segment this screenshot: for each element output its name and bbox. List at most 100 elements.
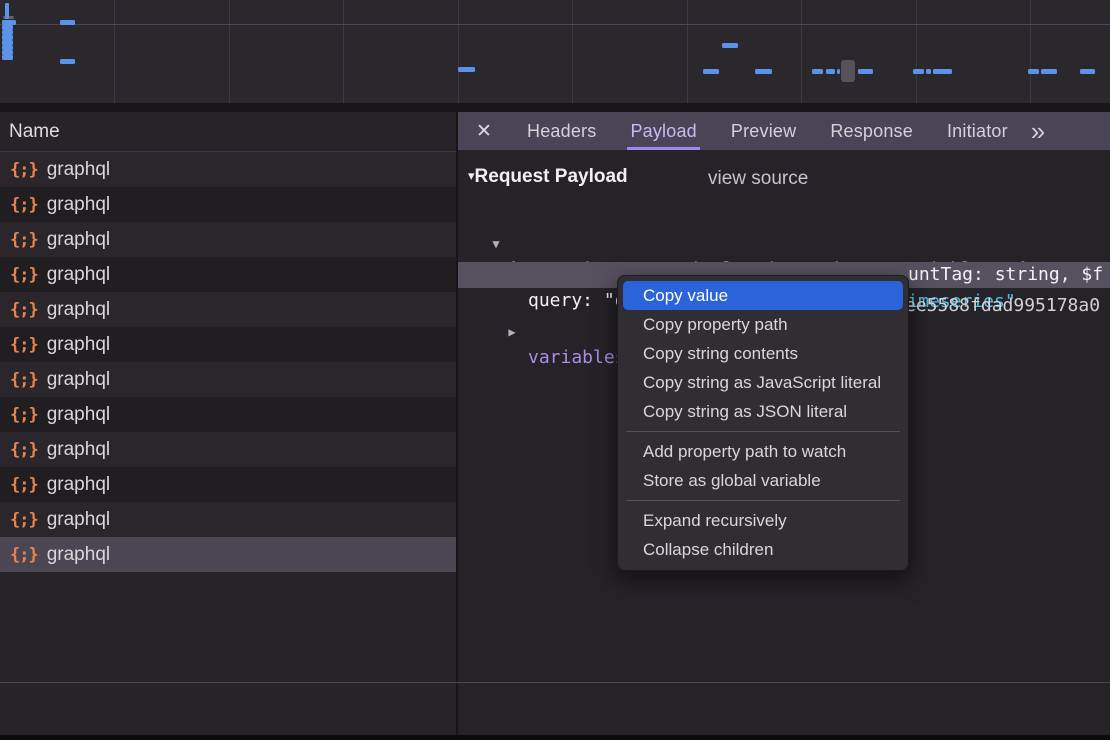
- request-name: graphql: [47, 369, 110, 391]
- json-braces-icon: {;}: [10, 545, 38, 565]
- timeline-gridline: [458, 0, 459, 103]
- menu-item-copy-property-path[interactable]: Copy property path: [623, 310, 903, 339]
- request-name: graphql: [47, 439, 110, 461]
- request-name: graphql: [47, 474, 110, 496]
- waterfall-bar: [2, 55, 13, 60]
- request-row[interactable]: {;} graphql: [0, 187, 456, 222]
- json-braces-icon: {;}: [10, 405, 38, 425]
- waterfall-bar: [858, 69, 873, 74]
- waterfall-bar: [458, 67, 475, 72]
- waterfall-bar: [837, 69, 840, 74]
- devtools-window: Name {;}graphql{;}graphql{;}graphql{;}gr…: [0, 0, 1110, 740]
- menu-item-expand-recursively[interactable]: Expand recursively: [623, 506, 903, 535]
- json-braces-icon: {;}: [10, 335, 38, 355]
- variables-right-text: ee5588fdad995178a0: [905, 293, 1100, 319]
- window-bottom-edge: [0, 735, 1110, 740]
- tab-initiator[interactable]: Initiator: [944, 112, 1011, 150]
- tab-payload[interactable]: Payload: [627, 112, 699, 150]
- tabs-container: Headers Payload Preview Response Initiator: [510, 112, 1025, 150]
- request-name: graphql: [47, 229, 110, 251]
- waterfall-bar: [933, 69, 952, 74]
- request-name: graphql: [47, 264, 110, 286]
- request-name: graphql: [47, 509, 110, 531]
- request-row[interactable]: {;} graphql: [0, 327, 456, 362]
- timeline-gridline: [229, 0, 230, 103]
- waterfall-bar: [60, 59, 75, 64]
- request-rows-container: {;} graphql {;} graphql {;} graphql {;} graphql…: [0, 152, 456, 572]
- timeline-gridline: [343, 0, 344, 103]
- network-panel-body: Name {;}graphql{;}graphql{;}graphql{;}gr…: [0, 112, 1110, 740]
- menu-item-add-property-path-to-watch[interactable]: Add property path to watch: [623, 437, 903, 466]
- json-braces-icon: {;}: [10, 265, 38, 285]
- request-row[interactable]: {;} graphql: [0, 292, 456, 327]
- json-braces-icon: {;}: [10, 510, 38, 530]
- waterfall-bar: [926, 69, 931, 74]
- request-name: graphql: [47, 159, 110, 181]
- request-payload-section-header[interactable]: ▾Request Payload: [468, 166, 628, 188]
- json-braces-icon: {;}: [10, 230, 38, 250]
- tab-response[interactable]: Response: [827, 112, 916, 150]
- section-title: Request Payload: [475, 166, 628, 187]
- summary-bar-divider: [0, 682, 1110, 683]
- json-braces-icon: {;}: [10, 440, 38, 460]
- request-row[interactable]: {;} graphql: [0, 222, 456, 257]
- request-row[interactable]: {;}graphql: [0, 362, 456, 397]
- request-row[interactable]: {;}graphql: [0, 152, 456, 187]
- waterfall-bar: [755, 69, 772, 74]
- query-right-text: untTag: string, $f: [908, 262, 1103, 288]
- waterfall-bar: [722, 43, 738, 48]
- payload-object-preview-row[interactable]: ▼ {operationName: "ipFlowTimeseries", va…: [458, 205, 1110, 231]
- json-braces-icon: {;}: [10, 475, 38, 495]
- timeline-gridline: [1030, 0, 1031, 103]
- json-braces-icon: {;}: [10, 300, 38, 320]
- waterfall-bar: [1041, 69, 1057, 74]
- timeline-hover-marker-bar: [5, 3, 9, 19]
- context-menu: Copy valueCopy property pathCopy string …: [617, 275, 909, 571]
- menu-item-store-as-global-variable[interactable]: Store as global variable: [623, 466, 903, 495]
- waterfall-bar: [60, 20, 75, 25]
- timeline-hover-marker: [841, 60, 855, 82]
- view-source-link[interactable]: view source: [708, 168, 808, 190]
- menu-item-copy-value[interactable]: Copy value: [623, 281, 903, 310]
- timeline-gridline: [114, 0, 115, 103]
- property-key: variables: [528, 345, 626, 371]
- request-name: graphql: [47, 299, 110, 321]
- request-name: graphql: [47, 544, 110, 566]
- timeline-gridline: [687, 0, 688, 103]
- name-column-header[interactable]: Name: [0, 112, 456, 152]
- request-row[interactable]: {;} graphql: [0, 467, 456, 502]
- waterfall-bar: [913, 69, 924, 74]
- request-row[interactable]: {;} graphql: [0, 257, 456, 292]
- menu-item-copy-string-as-javascript-literal[interactable]: Copy string as JavaScript literal: [623, 368, 903, 397]
- request-name: graphql: [47, 194, 110, 216]
- menu-separator: [626, 500, 900, 501]
- waterfall-bar: [812, 69, 823, 74]
- request-row[interactable]: {;} graphql: [0, 432, 456, 467]
- request-row[interactable]: {;} graphql: [0, 537, 456, 572]
- menu-item-copy-string-contents[interactable]: Copy string contents: [623, 339, 903, 368]
- more-tabs-icon[interactable]: »: [1031, 112, 1045, 150]
- timeline-gridline: [916, 0, 917, 103]
- overview-divider: [0, 103, 1110, 112]
- request-name: graphql: [47, 404, 110, 426]
- menu-item-collapse-children[interactable]: Collapse children: [623, 535, 903, 564]
- network-overview-timeline[interactable]: [0, 0, 1110, 103]
- detail-tabbar: ✕ Headers Payload Preview Response Initiator…: [458, 112, 1110, 150]
- operation-name-row[interactable]: operationName: "ipFlowTimeseries": [458, 237, 1110, 263]
- request-name: graphql: [47, 334, 110, 356]
- tab-preview[interactable]: Preview: [728, 112, 799, 150]
- timeline-gridline: [801, 0, 802, 103]
- request-row[interactable]: {;} graphql: [0, 397, 456, 432]
- chevron-right-icon[interactable]: ▶: [502, 319, 522, 345]
- network-request-list: Name {;}graphql{;}graphql{;}graphql{;}gr…: [0, 112, 456, 740]
- tab-headers[interactable]: Headers: [524, 112, 599, 150]
- waterfall-bar: [1028, 69, 1039, 74]
- request-row[interactable]: {;} graphql: [0, 502, 456, 537]
- json-braces-icon: {;}: [10, 195, 38, 215]
- waterfall-bar: [703, 69, 719, 74]
- waterfall-bar: [826, 69, 835, 74]
- timeline-midline: [0, 24, 1110, 25]
- close-icon[interactable]: ✕: [458, 112, 510, 150]
- menu-item-copy-string-as-json-literal[interactable]: Copy string as JSON literal: [623, 397, 903, 426]
- timeline-gridline: [572, 0, 573, 103]
